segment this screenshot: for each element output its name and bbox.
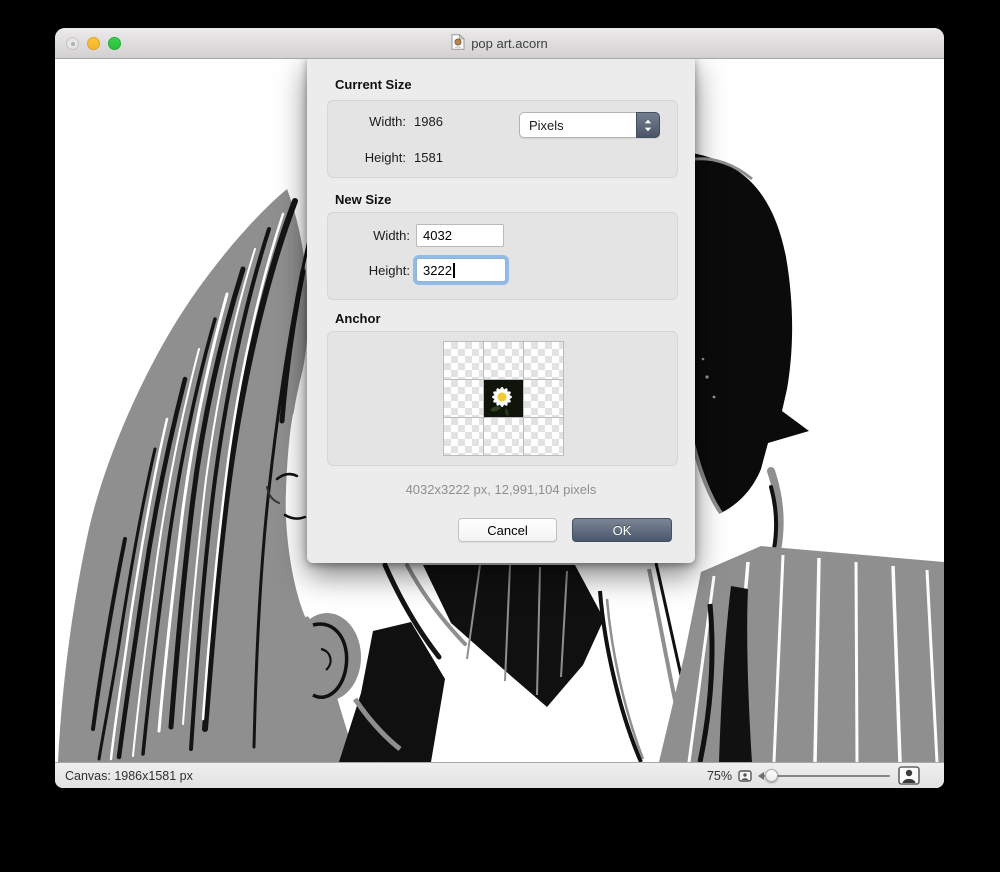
anchor-cell-bottom-center[interactable] xyxy=(484,418,523,455)
new-size-heading: New Size xyxy=(335,192,391,207)
anchor-cell-top-right[interactable] xyxy=(524,342,563,379)
zoom-slider-knob[interactable] xyxy=(765,769,778,782)
anchor-cell-middle-right[interactable] xyxy=(524,380,563,417)
new-width-label: Width: xyxy=(352,228,410,243)
close-button[interactable] xyxy=(66,37,79,50)
minimize-button[interactable] xyxy=(87,37,100,50)
anchor-grid xyxy=(443,341,564,456)
current-height-value: 1581 xyxy=(414,150,443,165)
anchor-cell-top-left[interactable] xyxy=(444,342,483,379)
app-window: pop art.acorn xyxy=(55,28,944,788)
canvas-info: Canvas: 1986x1581 px xyxy=(65,769,193,783)
anchor-cell-middle-left[interactable] xyxy=(444,380,483,417)
anchor-heading: Anchor xyxy=(335,311,381,326)
status-bar: Canvas: 1986x1581 px 75% xyxy=(55,762,944,788)
daisy-thumbnail xyxy=(484,380,523,417)
new-height-input[interactable] xyxy=(416,258,506,282)
current-size-heading: Current Size xyxy=(335,77,412,92)
new-width-input[interactable] xyxy=(416,224,504,247)
slider-min-triangle xyxy=(758,772,764,780)
zoom-slider[interactable] xyxy=(758,765,892,787)
anchor-cell-bottom-left[interactable] xyxy=(444,418,483,455)
current-size-group: Width: 1986 Height: 1581 Pixels xyxy=(327,100,678,178)
large-image-icon[interactable] xyxy=(898,766,920,785)
window-title: pop art.acorn xyxy=(471,36,548,51)
anchor-cell-top-center[interactable] xyxy=(484,342,523,379)
size-summary: 4032x3222 px, 12,991,104 pixels xyxy=(307,482,695,497)
traffic-lights xyxy=(66,37,121,50)
anchor-cell-center[interactable] xyxy=(484,380,523,417)
anchor-cell-bottom-right[interactable] xyxy=(524,418,563,455)
new-size-group: Width: Height: xyxy=(327,212,678,300)
zoom-level: 75% xyxy=(707,769,732,783)
current-height-label: Height: xyxy=(354,150,406,165)
units-selected-value: Pixels xyxy=(529,118,564,133)
up-down-chevrons-icon xyxy=(636,112,660,138)
acorn-document-icon xyxy=(451,34,465,53)
window-title-group: pop art.acorn xyxy=(451,34,548,53)
zoom-button[interactable] xyxy=(108,37,121,50)
current-width-value: 1986 xyxy=(414,114,443,129)
cancel-button[interactable]: Cancel xyxy=(458,518,557,542)
title-bar[interactable]: pop art.acorn xyxy=(55,28,944,59)
units-select[interactable]: Pixels xyxy=(519,112,660,138)
resize-dialog: Current Size Width: 1986 Height: 1581 Pi… xyxy=(307,57,695,563)
ok-button[interactable]: OK xyxy=(572,518,672,542)
anchor-group xyxy=(327,331,678,466)
text-caret xyxy=(453,263,455,278)
small-image-icon[interactable] xyxy=(738,769,752,783)
new-height-label: Height: xyxy=(352,263,410,278)
zoom-slider-track[interactable] xyxy=(764,775,890,778)
zoom-controls: 75% xyxy=(707,765,920,787)
current-width-label: Width: xyxy=(354,114,406,129)
